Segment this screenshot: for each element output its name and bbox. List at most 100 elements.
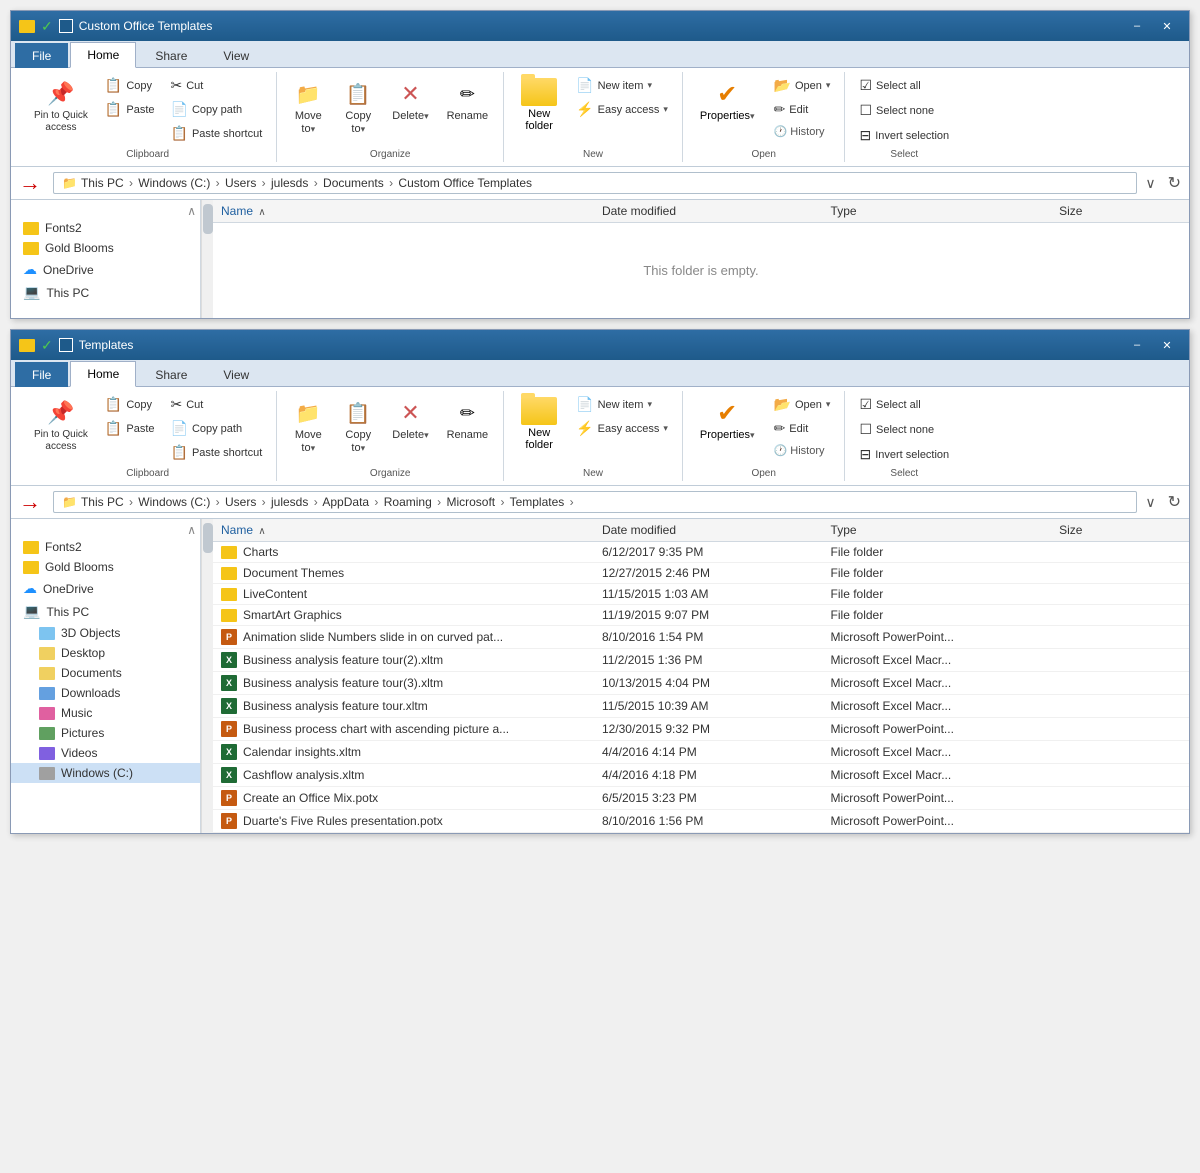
rename-button-1[interactable]: ✏ Rename	[440, 74, 496, 127]
file-row[interactable]: X Business analysis feature tour.xltm 11…	[213, 695, 1189, 718]
addr-refresh-1[interactable]: ↻	[1168, 173, 1181, 193]
col-size-header-2[interactable]: Size	[1059, 523, 1181, 537]
select-all-button-2[interactable]: ☑ Select all	[853, 393, 955, 416]
sidebar-item-fonts2-2[interactable]: Fonts2	[11, 537, 200, 557]
tab-file-1[interactable]: File	[15, 43, 68, 68]
col-name-header-2[interactable]: Name ∧	[221, 523, 602, 537]
sidebar-item-goldblooms-2[interactable]: Gold Blooms	[11, 557, 200, 577]
addr-dropdown-2[interactable]: ∨	[1145, 494, 1155, 511]
sidebar-item-thispc-1[interactable]: 💻 This PC	[11, 281, 200, 304]
sidebar-item-windows-c[interactable]: Windows (C:)	[11, 763, 200, 783]
addr-refresh-2[interactable]: ↻	[1168, 492, 1181, 512]
file-row[interactable]: X Business analysis feature tour(3).xltm…	[213, 672, 1189, 695]
file-row[interactable]: P Animation slide Numbers slide in on cu…	[213, 626, 1189, 649]
copy-button-1[interactable]: 📋 Copy	[99, 74, 161, 97]
tab-home-2[interactable]: Home	[70, 361, 136, 387]
history-button-2[interactable]: 🕐 History	[768, 441, 837, 460]
easy-access-button-1[interactable]: ⚡ Easy access ▾	[570, 98, 674, 121]
window-controls-2: – ✕	[1123, 335, 1181, 355]
tab-share-2[interactable]: Share	[138, 362, 204, 387]
pin-button-2[interactable]: 📌 Pin to Quickaccess	[27, 393, 95, 457]
file-row[interactable]: LiveContent 11/15/2015 1:03 AM File fold…	[213, 584, 1189, 605]
cut-button-1[interactable]: ✂ Cut	[165, 74, 269, 97]
col-date-header-2[interactable]: Date modified	[602, 523, 831, 537]
cut-button-2[interactable]: ✂ Cut	[165, 393, 269, 416]
sidebar-scrollbar-1[interactable]	[201, 200, 213, 318]
open-button-1[interactable]: 📂 Open ▾	[768, 74, 837, 97]
file-row[interactable]: Charts 6/12/2017 9:35 PM File folder	[213, 542, 1189, 563]
new-content-1: Newfolder 📄 New item ▾ ⚡ Easy access ▾	[512, 74, 674, 147]
copy-path-button-1[interactable]: 📄 Copy path	[165, 98, 269, 121]
sidebar-item-onedrive-2[interactable]: ☁ OneDrive	[11, 577, 200, 600]
copy-button-2[interactable]: 📋 Copy	[99, 393, 161, 416]
minimize-button-2[interactable]: –	[1123, 335, 1151, 355]
sidebar-item-goldblooms-1[interactable]: Gold Blooms	[11, 238, 200, 258]
file-row[interactable]: P Duarte's Five Rules presentation.potx …	[213, 810, 1189, 833]
new-item-button-1[interactable]: 📄 New item ▾	[570, 74, 674, 97]
invert-selection-button-2[interactable]: ⊟ Invert selection	[853, 443, 955, 466]
new-folder-button-1[interactable]: Newfolder	[512, 74, 566, 136]
open-button-2[interactable]: 📂 Open ▾	[768, 393, 837, 416]
properties-button-2[interactable]: ✔ Properties▾	[691, 393, 764, 445]
col-date-header-1[interactable]: Date modified	[602, 204, 831, 218]
sidebar-item-videos[interactable]: Videos	[11, 743, 200, 763]
move-to-button-1[interactable]: 📁 Moveto▾	[285, 74, 331, 140]
address-path-1[interactable]: 📁 This PC › Windows (C:) › Users › jules…	[53, 172, 1137, 194]
copy-to-button-1[interactable]: 📋 Copyto▾	[335, 74, 381, 140]
new-item-button-2[interactable]: 📄 New item ▾	[570, 393, 674, 416]
sidebar-item-desktop[interactable]: Desktop	[11, 643, 200, 663]
copy-to-button-2[interactable]: 📋 Copyto▾	[335, 393, 381, 459]
edit-button-1[interactable]: ✏ Edit	[768, 98, 837, 121]
file-row[interactable]: Document Themes 12/27/2015 2:46 PM File …	[213, 563, 1189, 584]
col-size-header-1[interactable]: Size	[1059, 204, 1181, 218]
invert-selection-button-1[interactable]: ⊟ Invert selection	[853, 124, 955, 147]
sidebar-item-downloads[interactable]: Downloads	[11, 683, 200, 703]
address-path-2[interactable]: 📁 This PC › Windows (C:) › Users › jules…	[53, 491, 1137, 513]
file-row[interactable]: P Create an Office Mix.potx 6/5/2015 3:2…	[213, 787, 1189, 810]
close-button-2[interactable]: ✕	[1153, 335, 1181, 355]
delete-button-1[interactable]: ✕ Delete▾	[385, 74, 435, 127]
sidebar-item-onedrive-1[interactable]: ☁ OneDrive	[11, 258, 200, 281]
sidebar-item-music[interactable]: Music	[11, 703, 200, 723]
col-type-header-1[interactable]: Type	[831, 204, 1060, 218]
sidebar-item-pictures[interactable]: Pictures	[11, 723, 200, 743]
close-button-1[interactable]: ✕	[1153, 16, 1181, 36]
tab-home-1[interactable]: Home	[70, 42, 136, 68]
select-none-button-1[interactable]: ☐ Select none	[853, 99, 955, 122]
rename-button-2[interactable]: ✏ Rename	[440, 393, 496, 446]
addr-dropdown-1[interactable]: ∨	[1145, 175, 1155, 192]
select-none-button-2[interactable]: ☐ Select none	[853, 418, 955, 441]
tab-view-2[interactable]: View	[206, 362, 266, 387]
file-row[interactable]: X Calendar insights.xltm 4/4/2016 4:14 P…	[213, 741, 1189, 764]
pin-button-1[interactable]: 📌 Pin to Quick access	[27, 74, 95, 138]
file-row[interactable]: X Cashflow analysis.xltm 4/4/2016 4:18 P…	[213, 764, 1189, 787]
col-name-header-1[interactable]: Name ∧	[221, 204, 602, 218]
new-folder-button-2[interactable]: Newfolder	[512, 393, 566, 455]
minimize-button-1[interactable]: –	[1123, 16, 1151, 36]
paste-button-1[interactable]: 📋 Paste	[99, 98, 161, 121]
sidebar-item-fonts2-1[interactable]: Fonts2	[11, 218, 200, 238]
delete-button-2[interactable]: ✕ Delete▾	[385, 393, 435, 446]
copy-path-button-2[interactable]: 📄 Copy path	[165, 417, 269, 440]
file-row[interactable]: SmartArt Graphics 11/19/2015 9:07 PM Fil…	[213, 605, 1189, 626]
file-type-cell: File folder	[831, 566, 1060, 580]
col-type-header-2[interactable]: Type	[831, 523, 1060, 537]
edit-button-2[interactable]: ✏ Edit	[768, 417, 837, 440]
file-row[interactable]: P Business process chart with ascending …	[213, 718, 1189, 741]
sidebar-item-thispc-2[interactable]: 💻 This PC	[11, 600, 200, 623]
easy-access-button-2[interactable]: ⚡ Easy access ▾	[570, 417, 674, 440]
paste-shortcut-button-2[interactable]: 📋 Paste shortcut	[165, 441, 269, 464]
tab-share-1[interactable]: Share	[138, 43, 204, 68]
paste-shortcut-button-1[interactable]: 📋 Paste shortcut	[165, 122, 269, 145]
select-all-button-1[interactable]: ☑ Select all	[853, 74, 955, 97]
file-row[interactable]: X Business analysis feature tour(2).xltm…	[213, 649, 1189, 672]
tab-file-2[interactable]: File	[15, 362, 68, 387]
history-button-1[interactable]: 🕐 History	[768, 122, 837, 141]
move-to-button-2[interactable]: 📁 Moveto▾	[285, 393, 331, 459]
paste-button-2[interactable]: 📋 Paste	[99, 417, 161, 440]
properties-button-1[interactable]: ✔ Properties▾	[691, 74, 764, 126]
sidebar-item-3dobjects[interactable]: 3D Objects	[11, 623, 200, 643]
tab-view-1[interactable]: View	[206, 43, 266, 68]
sidebar-scrollbar-2[interactable]	[201, 519, 213, 833]
sidebar-item-documents[interactable]: Documents	[11, 663, 200, 683]
